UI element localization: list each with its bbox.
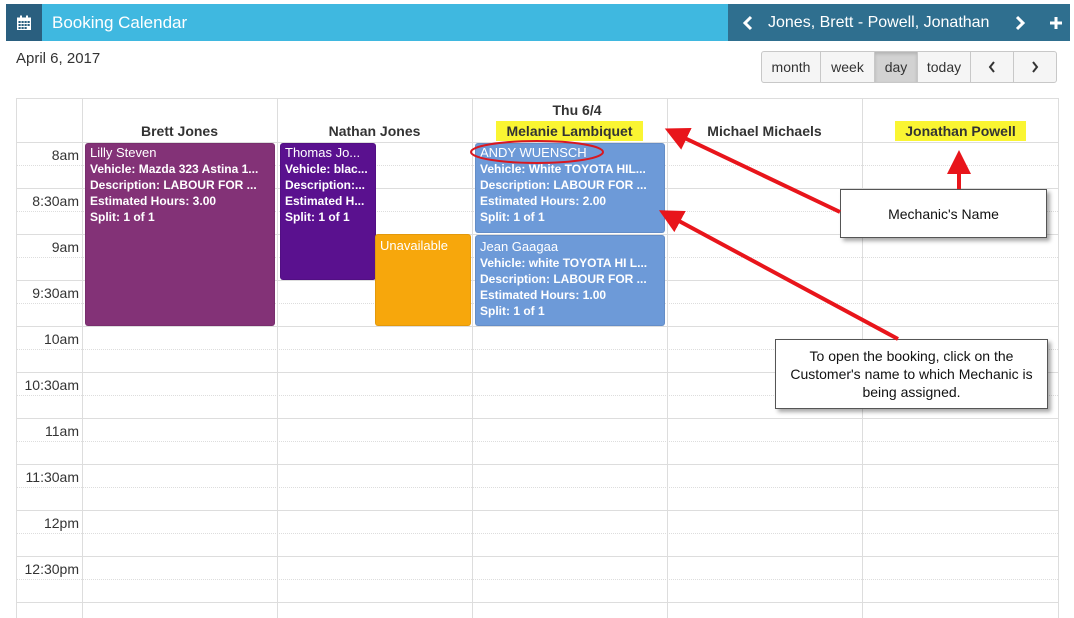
event-description: Description: LABOUR FOR ... (480, 178, 647, 192)
event-hours: Estimated Hours: 2.00 (480, 194, 607, 208)
time-label: 11:30am (25, 469, 79, 485)
time-label: 12:30pm (24, 561, 79, 577)
resource-header-michael-michaels: Michael Michaels (707, 123, 822, 139)
booking-event-lilly-steven[interactable]: Lilly Steven Vehicle: Mazda 323 Astina 1… (85, 143, 275, 326)
plus-icon[interactable] (1042, 4, 1070, 41)
event-vehicle: Vehicle: blac... (285, 162, 368, 176)
current-date: April 6, 2017 (16, 50, 101, 67)
time-label: 9am (51, 239, 79, 255)
calendar-icon (6, 4, 42, 41)
week-view-button[interactable]: week (820, 51, 875, 83)
chevron-right-icon[interactable] (1006, 4, 1034, 41)
today-button[interactable]: today (917, 51, 971, 83)
time-label: 8am (51, 147, 79, 163)
booking-event-andy-wuensch[interactable]: ANDY WUENSCH Vehicle: White TOYOTA HIL..… (475, 143, 665, 233)
time-label: 8:30am (32, 193, 79, 209)
booking-event-jean-gaagaa[interactable]: Jean Gaagaa Vehicle: white TOYOTA HI L..… (475, 235, 665, 326)
event-vehicle: Vehicle: white TOYOTA HI L... (480, 256, 648, 270)
resource-range-label: Jones, Brett - Powell, Jonathan (768, 14, 990, 31)
mechanic-name-callout: Mechanic's Name (840, 189, 1047, 238)
month-view-button[interactable]: month (761, 51, 821, 83)
chevron-right-icon (1032, 61, 1039, 73)
event-hours: Estimated H... (285, 194, 365, 208)
time-label: 10am (43, 331, 79, 347)
view-toolbar: month week day today (761, 51, 1057, 83)
event-split: Split: 1 of 1 (480, 210, 545, 224)
booking-event-thomas[interactable]: Thomas Jo... Vehicle: blac... Descriptio… (280, 143, 376, 280)
chevron-left-icon[interactable] (734, 4, 762, 41)
event-split: Split: 1 of 1 (480, 304, 545, 318)
open-booking-callout: To open the booking, click on the Custom… (775, 339, 1048, 409)
event-description: Description: LABOUR FOR ... (480, 272, 647, 286)
event-description: Description:... (285, 178, 366, 192)
event-customer-name[interactable]: Thomas Jo... (285, 145, 371, 161)
event-description: Description: LABOUR FOR ... (90, 178, 257, 192)
event-customer-name[interactable]: Lilly Steven (90, 145, 270, 161)
unavailable-label: Unavailable (380, 238, 448, 253)
next-day-button[interactable] (1013, 51, 1057, 83)
resource-range-nav: Jones, Brett - Powell, Jonathan (728, 4, 1070, 41)
day-view-button[interactable]: day (874, 51, 918, 83)
event-vehicle: Vehicle: White TOYOTA HIL... (480, 162, 646, 176)
event-split: Split: 1 of 1 (90, 210, 155, 224)
app-header: Booking Calendar Jones, Brett - Powell, … (6, 4, 1070, 41)
day-heading: Thu 6/4 (552, 102, 602, 118)
prev-day-button[interactable] (970, 51, 1014, 83)
time-label: 10:30am (24, 377, 79, 393)
event-split: Split: 1 of 1 (285, 210, 350, 224)
unavailable-block[interactable]: Unavailable (375, 234, 471, 326)
time-label: 9:30am (32, 285, 79, 301)
resource-header-nathan-jones: Nathan Jones (328, 123, 421, 139)
time-label: 12pm (43, 515, 79, 531)
resource-header-brett-jones: Brett Jones (140, 123, 219, 139)
app-title: Booking Calendar (52, 13, 188, 32)
event-hours: Estimated Hours: 1.00 (480, 288, 607, 302)
resource-header-melanie-lambiquet: Melanie Lambiquet (472, 121, 667, 142)
chevron-left-icon (988, 61, 995, 73)
resource-header-jonathan-powell: Jonathan Powell (862, 121, 1059, 142)
time-label: 11am (45, 423, 79, 439)
event-customer-name[interactable]: Jean Gaagaa (480, 239, 660, 255)
event-vehicle: Vehicle: Mazda 323 Astina 1... (90, 162, 259, 176)
event-hours: Estimated Hours: 3.00 (90, 194, 217, 208)
event-customer-name[interactable]: ANDY WUENSCH (480, 145, 660, 161)
